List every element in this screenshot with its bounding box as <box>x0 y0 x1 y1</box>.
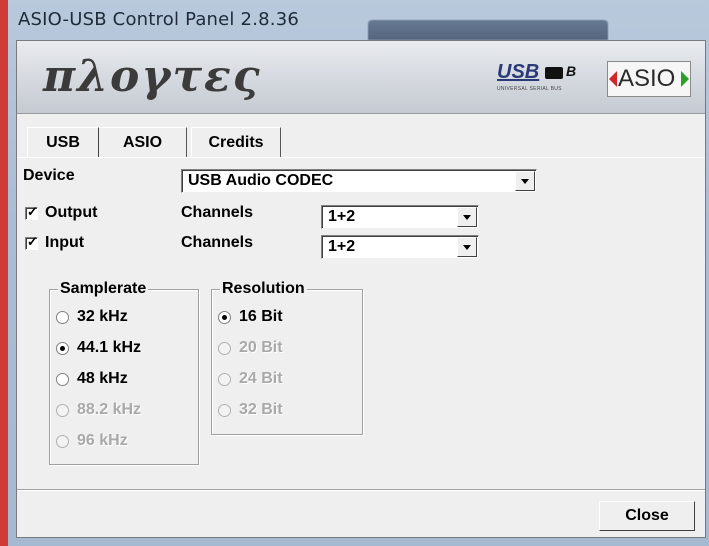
window-frame: ASIO-USB Control Panel 2.8.36 πλογτες US… <box>8 0 709 546</box>
brand-banner: πλογτες USB B UNIVERSAL SERIAL BUS ASIO <box>17 41 705 114</box>
tab-asio[interactable]: ASIO <box>99 127 187 157</box>
radio-label: 96 kHz <box>77 432 128 449</box>
input-channels-value: 1+2 <box>328 238 356 255</box>
samplerate-option-48khz[interactable]: 48 kHz <box>56 368 128 390</box>
radio-label: 44.1 kHz <box>77 339 142 356</box>
radio-label: 32 Bit <box>239 401 283 418</box>
resolution-group: Resolution 16 Bit 20 Bit 24 Bit 32 Bit <box>211 280 363 435</box>
radio-label: 24 Bit <box>239 370 283 387</box>
resolution-option-32bit: 32 Bit <box>218 399 283 421</box>
radio-button-disabled <box>218 403 231 417</box>
radio-label: 88.2 kHz <box>77 401 142 418</box>
input-channels-label: Channels <box>181 234 254 251</box>
radio-label: 20 Bit <box>239 339 283 356</box>
asio-red-arrow-icon <box>609 71 617 87</box>
output-channels-value: 1+2 <box>328 208 356 225</box>
radio-button-disabled <box>56 434 69 448</box>
radio-button-disabled <box>56 403 69 417</box>
output-checkbox-label: Output <box>45 204 98 221</box>
usb-logo-subtitle: UNIVERSAL SERIAL BUS <box>497 86 562 92</box>
checkmark-icon: ✓ <box>27 204 38 219</box>
tab-panel-border <box>17 157 705 158</box>
usb-logo-text: USB <box>497 61 540 83</box>
resolution-option-20bit: 20 Bit <box>218 337 283 359</box>
device-label: Device <box>23 167 75 184</box>
resolution-option-24bit: 24 Bit <box>218 368 283 390</box>
samplerate-group: Samplerate 32 kHz 44.1 kHz 48 kHz 88.2 k… <box>49 280 199 465</box>
radio-button-disabled <box>218 372 231 386</box>
radio-button[interactable] <box>56 372 69 386</box>
asio-green-arrow-icon <box>681 71 689 87</box>
bottom-separator <box>17 489 705 491</box>
samplerate-option-32khz[interactable]: 32 kHz <box>56 306 128 328</box>
background-window-tab <box>368 20 608 40</box>
chevron-down-icon[interactable] <box>515 171 535 191</box>
samplerate-option-88-2khz: 88.2 kHz <box>56 399 141 421</box>
dialog-client-area: πλογτες USB B UNIVERSAL SERIAL BUS ASIO … <box>16 40 706 538</box>
chevron-down-icon[interactable] <box>457 237 477 257</box>
radio-button-selected[interactable] <box>56 341 69 355</box>
resolution-group-title: Resolution <box>220 280 307 298</box>
window-border-accent <box>0 0 8 546</box>
samplerate-group-title: Samplerate <box>58 280 149 298</box>
title-bar[interactable]: ASIO-USB Control Panel 2.8.36 <box>8 0 709 40</box>
brand-logo: πλογτες <box>43 51 262 102</box>
usb-logo-b: B <box>566 63 577 79</box>
usb-plug-icon <box>545 67 563 79</box>
radio-label: 48 kHz <box>77 370 128 387</box>
device-select[interactable]: USB Audio CODEC <box>181 169 537 193</box>
window-title: ASIO-USB Control Panel 2.8.36 <box>18 9 300 30</box>
radio-button-selected[interactable] <box>218 310 231 324</box>
close-button[interactable]: Close <box>599 501 695 531</box>
device-select-value: USB Audio CODEC <box>188 172 334 189</box>
chevron-down-icon[interactable] <box>457 207 477 227</box>
radio-button[interactable] <box>56 310 69 324</box>
radio-label: 32 kHz <box>77 308 128 325</box>
radio-label: 16 Bit <box>239 308 283 325</box>
input-checkbox[interactable]: ✓ <box>25 234 38 250</box>
asio-logo-icon: ASIO <box>607 61 691 97</box>
tab-credits[interactable]: Credits <box>191 127 281 157</box>
output-channels-select[interactable]: 1+2 <box>321 205 479 229</box>
samplerate-option-96khz: 96 kHz <box>56 430 128 452</box>
checkmark-icon: ✓ <box>27 234 38 249</box>
input-checkbox-label: Input <box>45 234 85 251</box>
input-channels-select[interactable]: 1+2 <box>321 235 479 259</box>
usb-logo-icon: USB B UNIVERSAL SERIAL BUS <box>497 61 583 97</box>
asio-logo-text: ASIO <box>618 65 676 92</box>
resolution-option-16bit[interactable]: 16 Bit <box>218 306 283 328</box>
output-channels-label: Channels <box>181 204 254 221</box>
radio-button-disabled <box>218 341 231 355</box>
tab-strip: USB ASIO Credits <box>17 127 705 157</box>
tab-usb[interactable]: USB <box>27 127 99 157</box>
samplerate-option-44-1khz[interactable]: 44.1 kHz <box>56 337 141 359</box>
output-checkbox[interactable]: ✓ <box>25 204 38 220</box>
